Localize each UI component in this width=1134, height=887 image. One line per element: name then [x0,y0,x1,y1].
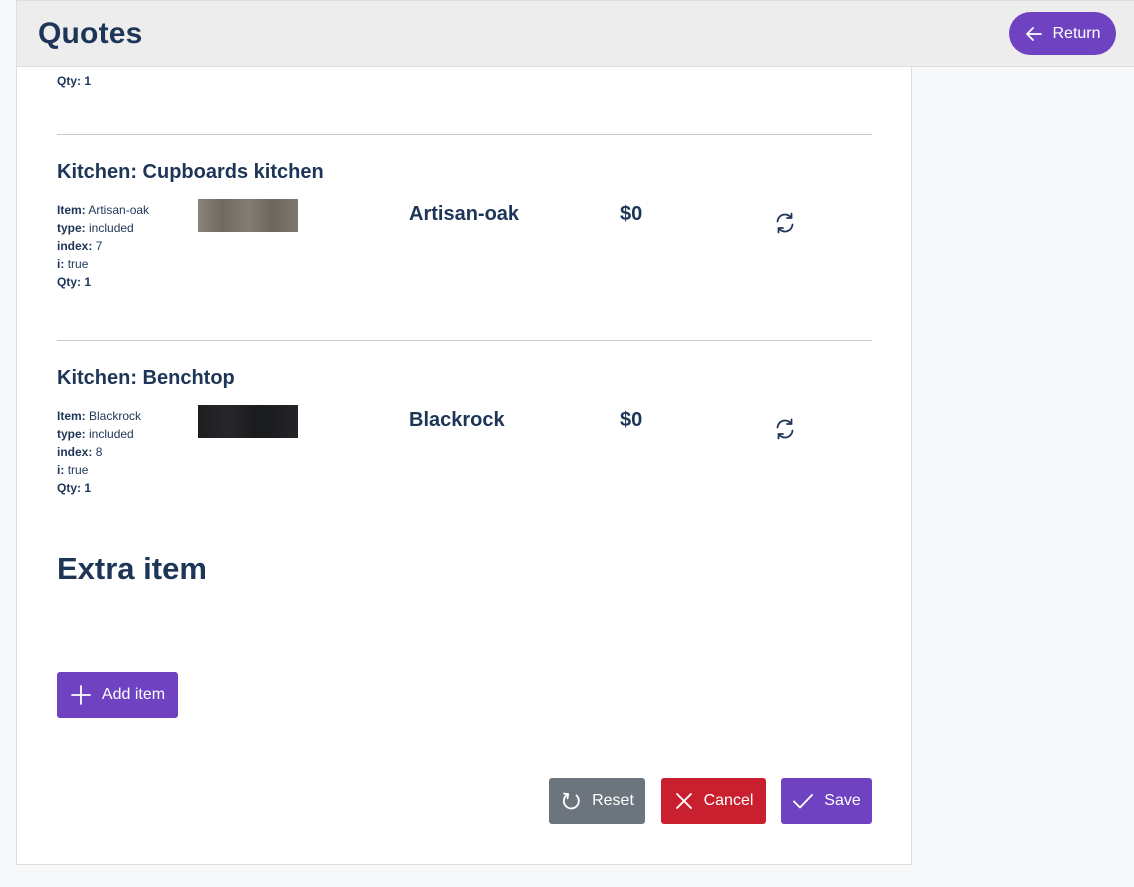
cancel-label: Cancel [703,792,754,809]
divider [57,134,872,135]
refresh-icon[interactable] [773,211,797,235]
material-swatch [198,199,298,232]
return-button[interactable]: Return [1009,12,1116,55]
add-item-button[interactable]: Add item [57,672,178,718]
arrow-left-icon [1024,24,1044,44]
save-button[interactable]: Save [781,778,872,824]
reset-label: Reset [592,792,634,809]
section-title: Kitchen: Cupboards kitchen [57,161,324,183]
item-price: $0 [620,409,643,431]
reset-button[interactable]: Reset [549,778,645,824]
refresh-icon[interactable] [773,417,797,441]
save-label: Save [824,792,861,809]
item-meta: Item: Blackrock type: included index: 8 … [57,409,142,495]
partial-qty: Qty: 1 [57,74,92,88]
check-icon [792,790,814,812]
add-item-label: Add item [101,686,166,703]
page-header: Quotes Return [16,0,1134,67]
item-meta: Item: Artisan-oak type: included index: … [57,203,150,289]
quote-section-cupboards: Kitchen: Cupboards kitchen Item: Artisan… [57,161,872,321]
quote-section-benchtop: Kitchen: Benchtop Item: Blackrock type: … [57,367,872,527]
item-price: $0 [620,203,643,225]
divider [57,340,872,341]
plus-icon [70,684,92,706]
return-label: Return [1052,24,1101,42]
x-icon [674,791,694,811]
item-name: Blackrock [409,409,505,431]
extra-item-heading: Extra item [57,551,207,586]
item-name: Artisan-oak [409,203,520,225]
page-title: Quotes [38,17,143,50]
rotate-icon [560,790,582,812]
material-swatch [198,405,298,438]
cancel-button[interactable]: Cancel [661,778,766,824]
section-title: Kitchen: Benchtop [57,367,235,389]
quote-panel: Qty: 1 Kitchen: Cupboards kitchen Item: … [16,67,912,865]
